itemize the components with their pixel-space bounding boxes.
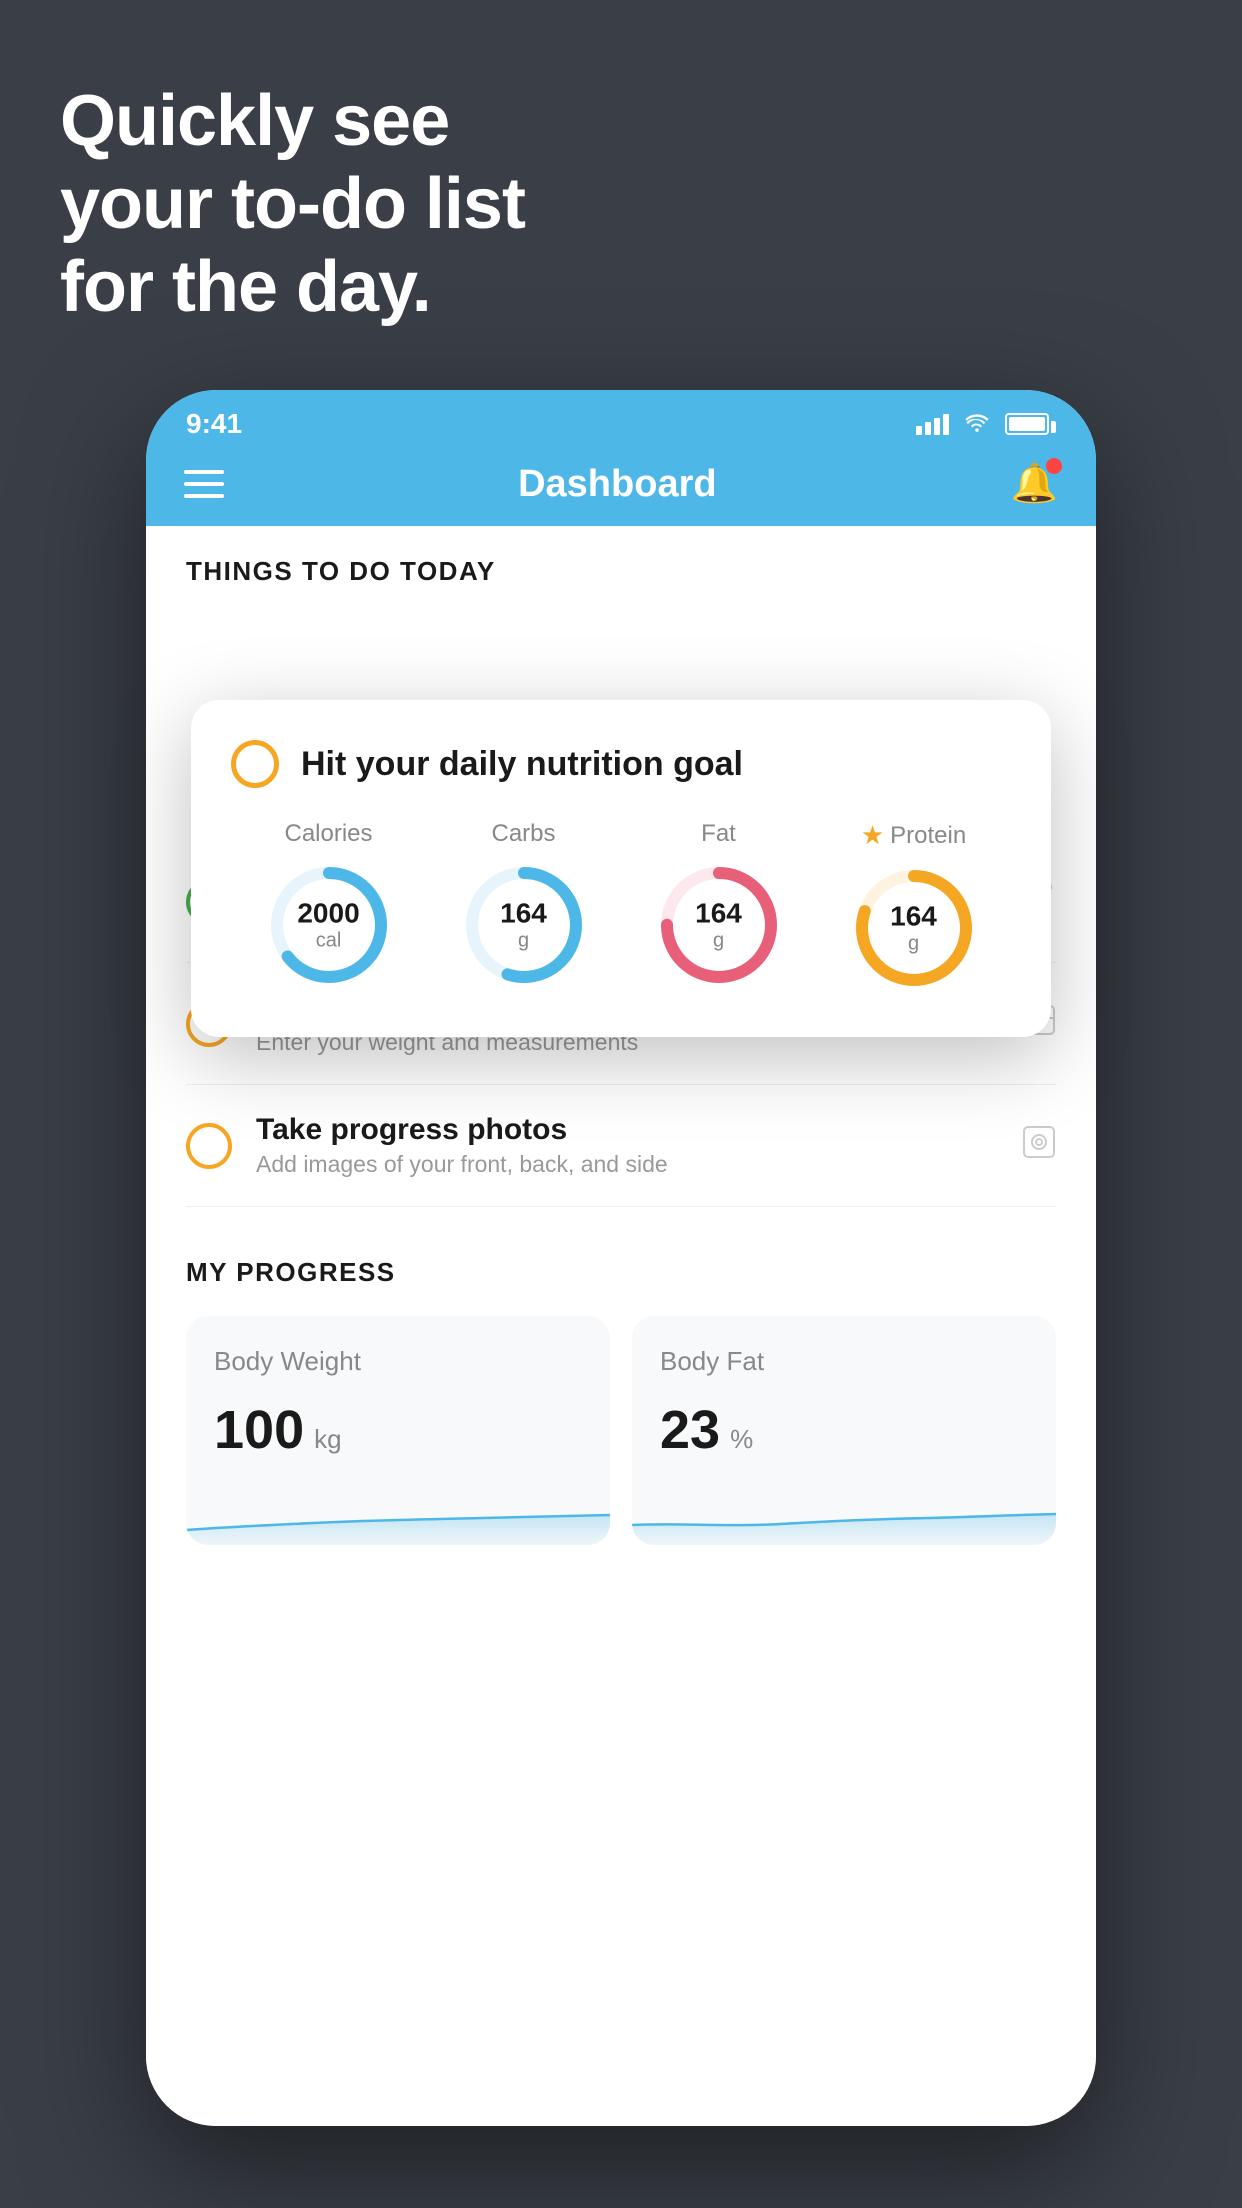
photo-icon bbox=[1022, 1125, 1056, 1167]
body-fat-chart bbox=[632, 1485, 1056, 1545]
body-weight-unit: kg bbox=[314, 1424, 341, 1455]
carbs-label: Carbs bbox=[491, 820, 555, 848]
nutrition-card-title: Hit your daily nutrition goal bbox=[301, 745, 743, 784]
calories-label: Calories bbox=[284, 820, 372, 848]
wifi-icon bbox=[963, 409, 991, 440]
body-weight-card[interactable]: Body Weight 100 kg bbox=[186, 1316, 610, 1545]
nutrition-card: Hit your daily nutrition goal Calories 2… bbox=[191, 700, 1051, 1037]
phone-mockup: 9:41 bbox=[146, 390, 1096, 2126]
notification-badge bbox=[1046, 458, 1062, 474]
nav-title: Dashboard bbox=[518, 463, 716, 506]
things-today-header: THINGS TO DO TODAY bbox=[146, 526, 1096, 601]
nutrition-circles: Calories 2000 cal Carbs bbox=[231, 820, 1011, 993]
body-weight-label: Body Weight bbox=[214, 1346, 582, 1377]
body-fat-label: Body Fat bbox=[660, 1346, 1028, 1377]
signal-icon bbox=[916, 413, 949, 435]
carbs-item: Carbs 164 g bbox=[459, 820, 589, 990]
body-weight-value: 100 bbox=[214, 1399, 304, 1461]
calories-donut: 2000 cal bbox=[264, 860, 394, 990]
nav-bar: Dashboard 🔔 bbox=[146, 448, 1096, 526]
status-bar: 9:41 bbox=[146, 390, 1096, 448]
time-display: 9:41 bbox=[186, 408, 242, 440]
progress-section: MY PROGRESS Body Weight 100 kg bbox=[146, 1207, 1096, 1545]
fat-item: Fat 164 g bbox=[654, 820, 784, 990]
todo-circle-icon bbox=[231, 740, 279, 788]
body-fat-unit: % bbox=[730, 1424, 753, 1455]
menu-button[interactable] bbox=[184, 470, 224, 498]
progress-cards: Body Weight 100 kg bbox=[186, 1316, 1056, 1545]
notification-button[interactable]: 🔔 bbox=[1011, 462, 1058, 506]
fat-label: Fat bbox=[701, 820, 736, 848]
body-fat-card[interactable]: Body Fat 23 % bbox=[632, 1316, 1056, 1545]
calories-item: Calories 2000 cal bbox=[264, 820, 394, 990]
list-item[interactable]: Take progress photos Add images of your … bbox=[186, 1085, 1056, 1207]
protein-donut: 164 g bbox=[849, 863, 979, 993]
body-weight-chart bbox=[186, 1485, 610, 1545]
body-fat-value: 23 bbox=[660, 1399, 720, 1461]
fat-donut: 164 g bbox=[654, 860, 784, 990]
protein-item: ★ Protein 164 g bbox=[849, 820, 979, 993]
star-icon: ★ bbox=[861, 820, 884, 851]
hero-text: Quickly see your to-do list for the day. bbox=[60, 80, 525, 328]
check-circle bbox=[186, 1123, 232, 1169]
protein-label: ★ Protein bbox=[861, 820, 966, 851]
carbs-donut: 164 g bbox=[459, 860, 589, 990]
battery-icon bbox=[1005, 413, 1056, 435]
todo-text: Take progress photos Add images of your … bbox=[256, 1113, 998, 1178]
progress-header: MY PROGRESS bbox=[186, 1257, 1056, 1288]
